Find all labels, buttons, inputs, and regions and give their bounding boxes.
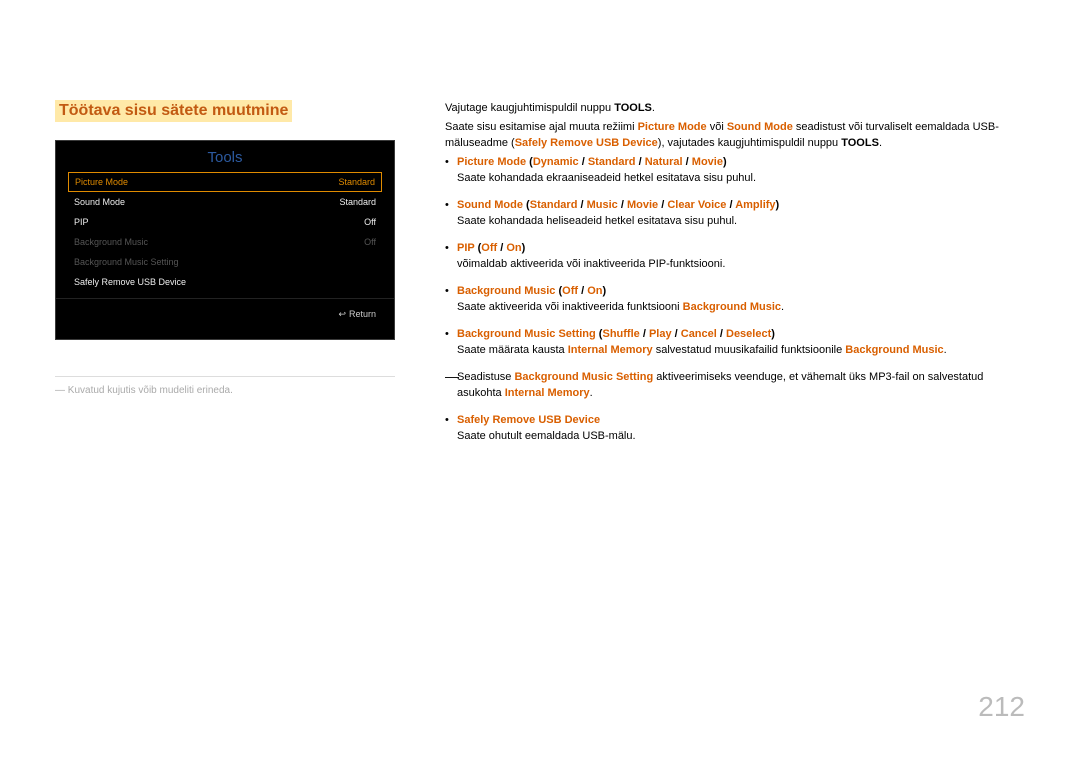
- tool-row-sound-mode[interactable]: Sound Mode Standard: [68, 192, 382, 212]
- bullet-sound-mode: • Sound Mode (Standard / Music / Movie /…: [457, 197, 1025, 230]
- return-label: Return: [349, 309, 376, 319]
- tool-row-pip[interactable]: PIP Off: [68, 212, 382, 232]
- tool-row-safely-remove[interactable]: Safely Remove USB Device: [68, 272, 382, 292]
- bullet-pip: • PIP (Off / On) võimaldab aktiveerida v…: [457, 240, 1025, 273]
- tool-value: Standard: [338, 177, 375, 187]
- subnote-internal-memory: ― Seadistuse Background Music Setting ak…: [457, 369, 1025, 402]
- tool-row-bg-music: Background Music Off: [68, 232, 382, 252]
- tool-label: Background Music Setting: [74, 257, 179, 267]
- tool-value: Off: [364, 217, 376, 227]
- image-disclaimer: ― Kuvatud kujutis võib mudeliti erineda.: [55, 376, 395, 396]
- tools-panel: Tools Picture Mode Standard Sound Mode S…: [55, 140, 395, 340]
- tool-label: Safely Remove USB Device: [74, 277, 186, 287]
- tool-label: Picture Mode: [75, 177, 128, 187]
- return-row[interactable]: ↩Return: [56, 298, 394, 320]
- bullet-bg-music-setting: • Background Music Setting (Shuffle / Pl…: [457, 326, 1025, 359]
- tool-label: Sound Mode: [74, 197, 125, 207]
- tool-row-picture-mode[interactable]: Picture Mode Standard: [68, 172, 382, 192]
- section-heading: Töötava sisu sätete muutmine: [55, 100, 292, 122]
- description-column: Vajutage kaugjuhtimispuldil nuppu TOOLS.…: [445, 100, 1025, 455]
- bullet-bg-music: • Background Music (Off / On) Saate akti…: [457, 283, 1025, 316]
- tools-title: Tools: [56, 141, 394, 172]
- tool-value: Standard: [339, 197, 376, 207]
- tool-label: Background Music: [74, 237, 148, 247]
- tool-row-bg-music-setting: Background Music Setting: [68, 252, 382, 272]
- tool-value: Off: [364, 237, 376, 247]
- page-number: 212: [978, 691, 1025, 723]
- bullet-safely-remove: • Safely Remove USB Device Saate ohutult…: [457, 412, 1025, 445]
- tool-label: PIP: [74, 217, 89, 227]
- bullet-picture-mode: • Picture Mode (Dynamic / Standard / Nat…: [457, 154, 1025, 187]
- return-icon: ↩: [338, 309, 346, 320]
